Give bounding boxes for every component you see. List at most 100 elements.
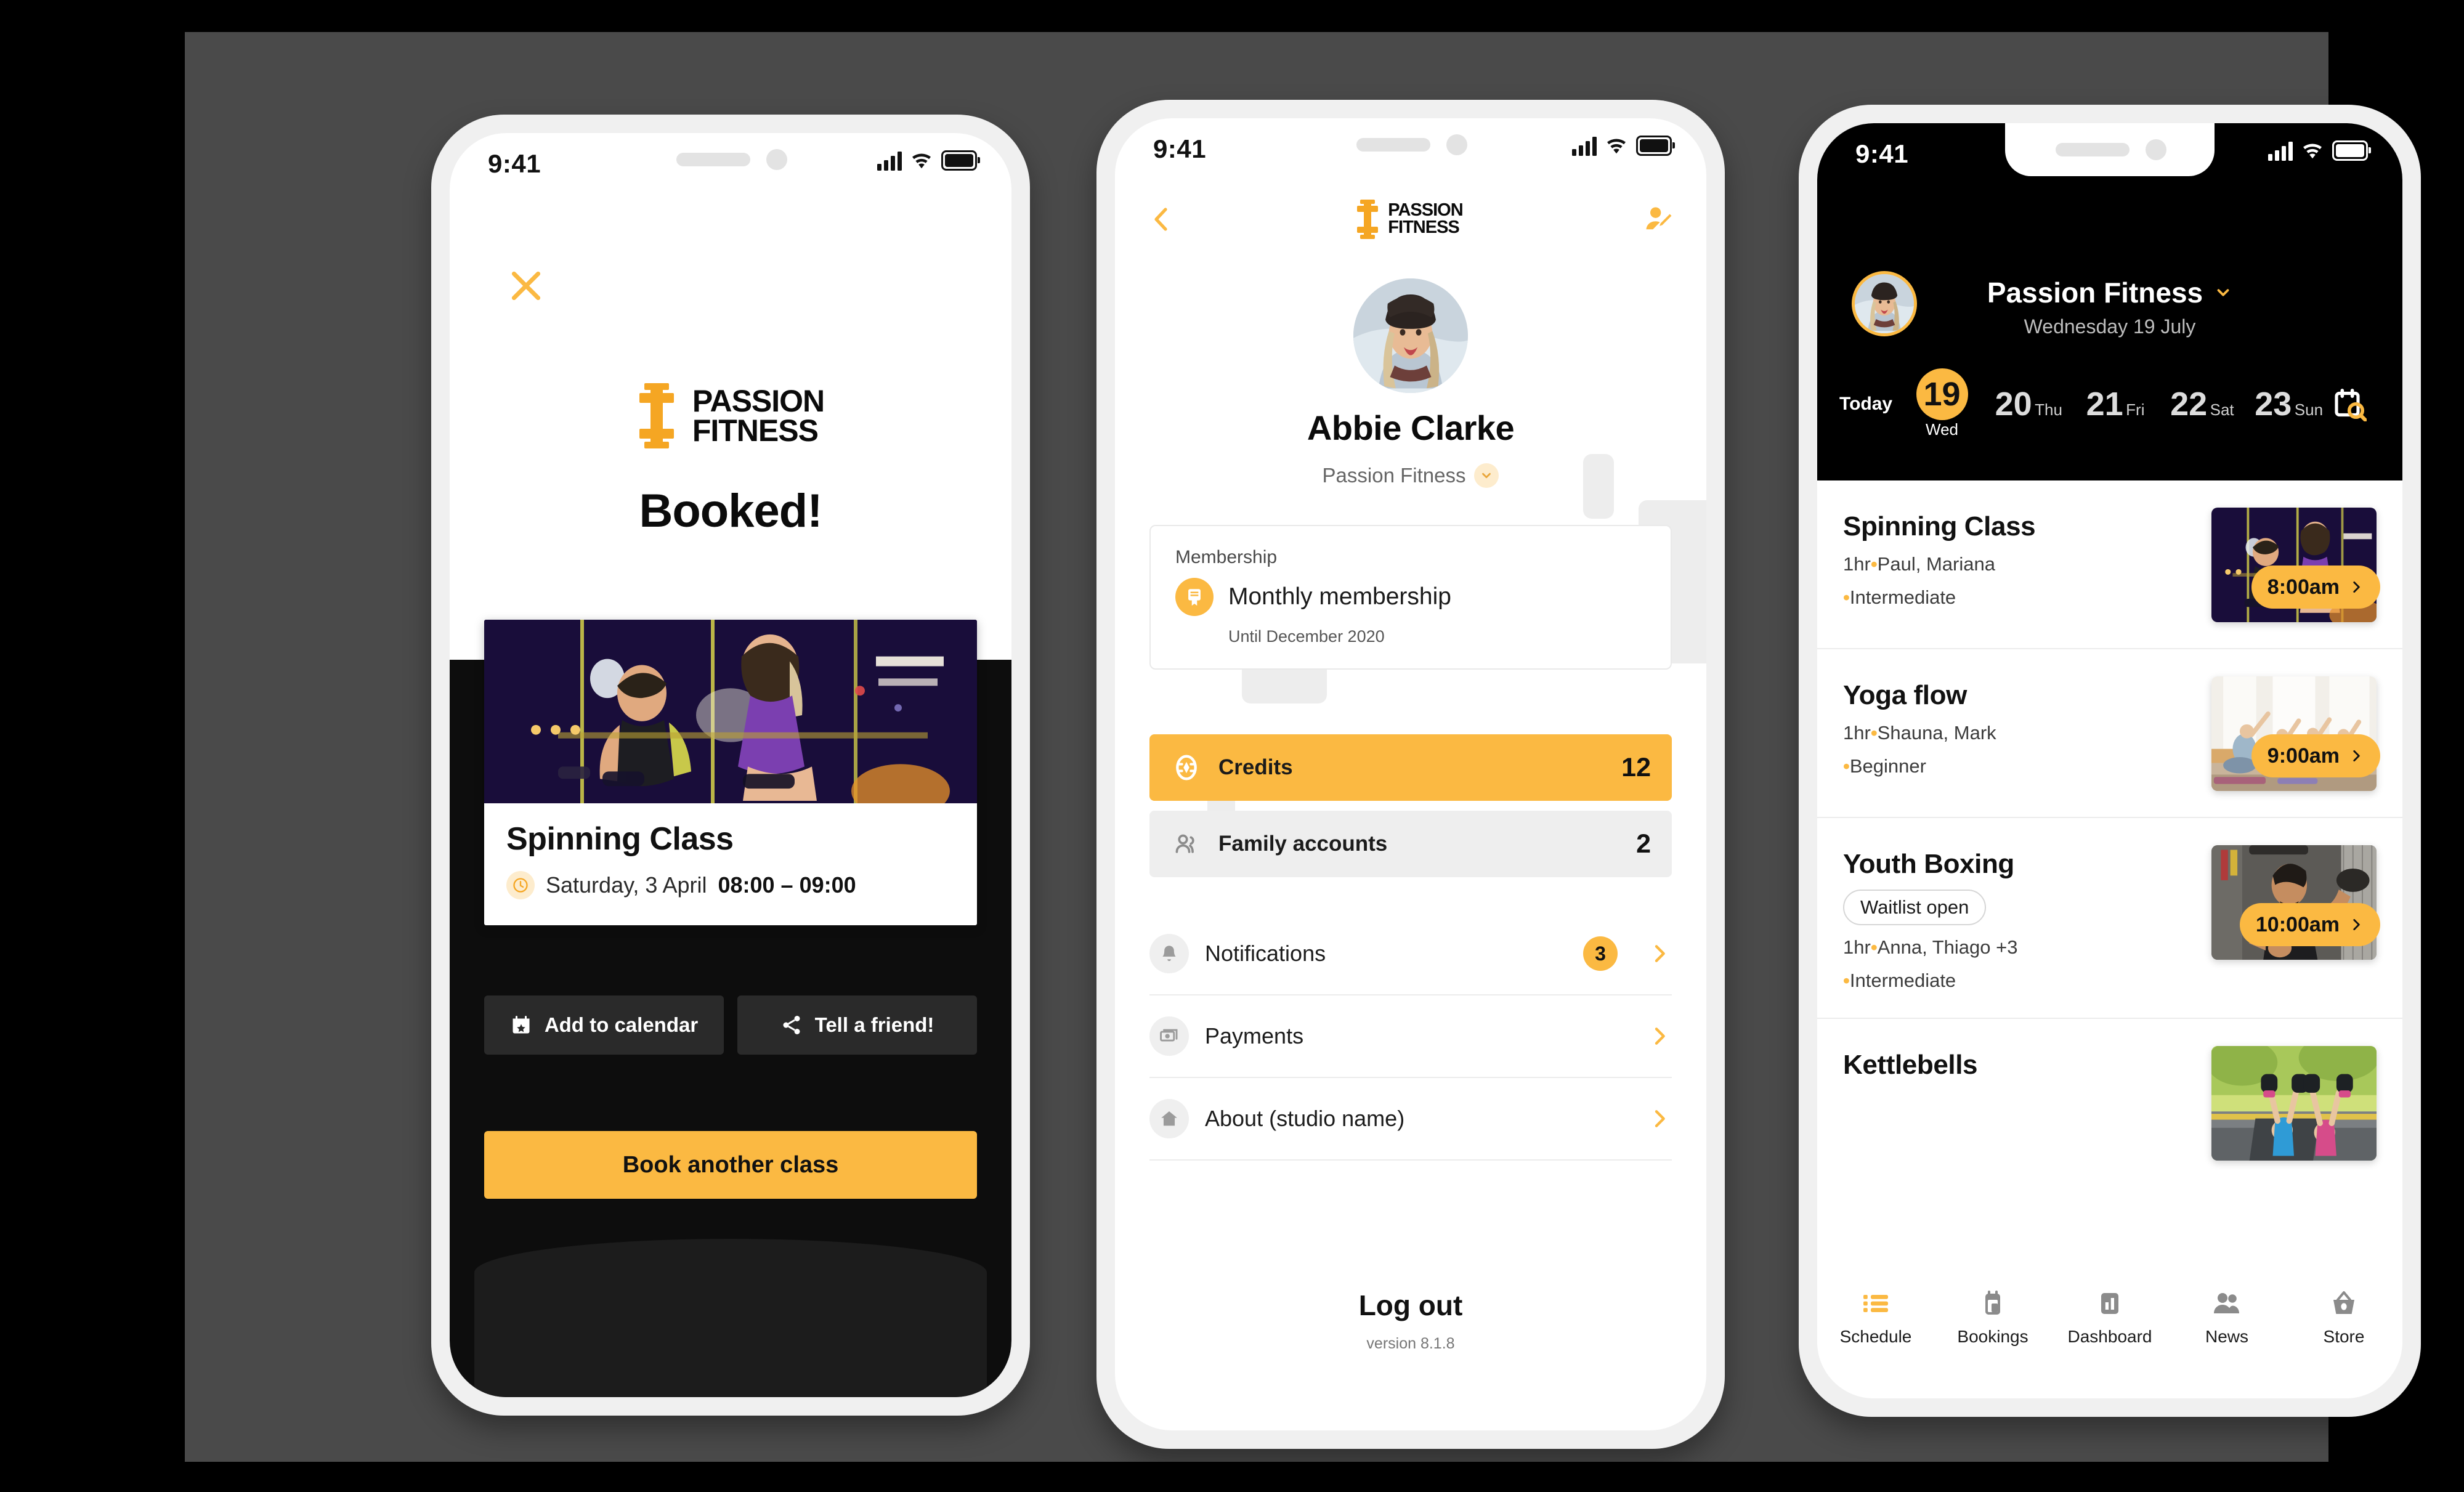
- class-time: 10:00am: [2255, 912, 2340, 936]
- add-to-calendar-label: Add to calendar: [544, 1013, 699, 1036]
- status-indicators: [1572, 136, 1675, 156]
- earpiece-speaker: [1356, 138, 1430, 152]
- cellular-bars-icon: [877, 151, 902, 171]
- notch: [2005, 123, 2215, 176]
- class-row-spinning[interactable]: Spinning Class 1hr•Paul, Mariana •Interm…: [1817, 480, 2402, 649]
- kettlebells-photo: [2211, 1046, 2377, 1161]
- family-accounts-icon: [1170, 828, 1202, 860]
- close-icon[interactable]: [509, 269, 543, 303]
- tab-schedule[interactable]: Schedule: [1817, 1289, 1934, 1347]
- brand-lockup: PASSION FITNESS: [450, 379, 1011, 452]
- membership-plan: Monthly membership: [1228, 583, 1451, 610]
- bar-chart-icon: [2095, 1289, 2125, 1318]
- brand-wordmark: PASSION FITNESS: [692, 386, 825, 448]
- class-row-yoga[interactable]: Yoga flow 1hr•Shauna, Mark •Beginner 9:0…: [1817, 649, 2402, 818]
- day-chip-21[interactable]: 21 Fri: [2072, 387, 2159, 421]
- chevron-right-icon: [1647, 1106, 1672, 1131]
- studio-selector[interactable]: Passion Fitness: [1817, 276, 2402, 309]
- phone-schedule: Passion Fitness Wednesday 19 July Today …: [1799, 105, 2421, 1417]
- phone-profile: 9:41 PASSION FITNESS Abbie Clarke Passio…: [1096, 100, 1725, 1449]
- menu-item-payments[interactable]: Payments: [1149, 995, 1672, 1078]
- class-level: Beginner: [1849, 755, 1926, 777]
- day-chip-23[interactable]: 23 Sun: [2245, 387, 2332, 421]
- menu-item-label: Notifications: [1205, 941, 1326, 966]
- calendar-star-icon: [510, 1014, 532, 1036]
- status-time: 9:41: [1153, 134, 1207, 163]
- class-time-button[interactable]: 9:00am: [2251, 734, 2380, 777]
- class-row-kettlebells[interactable]: Kettlebells: [1817, 1019, 2402, 1186]
- profile-menu: Notifications 3 Payments About (studio n…: [1149, 913, 1672, 1161]
- membership-label: Membership: [1175, 547, 1278, 567]
- class-meta: 1hr•Anna, Thiago +3: [1843, 936, 2018, 958]
- screen-profile: 9:41 PASSION FITNESS Abbie Clarke Passio…: [1115, 118, 1706, 1430]
- menu-item-about[interactable]: About (studio name): [1149, 1078, 1672, 1161]
- brand-line-2: FITNESS: [692, 413, 819, 448]
- dumbbell-icon: [637, 379, 676, 452]
- logout-button[interactable]: Log out: [1115, 1289, 1706, 1322]
- chevron-right-icon: [2348, 748, 2364, 764]
- add-to-calendar-button[interactable]: Add to calendar: [484, 995, 724, 1055]
- list-icon: [1861, 1289, 1891, 1318]
- day-number: 22: [2170, 385, 2208, 423]
- tab-store[interactable]: Store: [2285, 1289, 2402, 1347]
- class-name: Kettlebells: [1843, 1050, 1978, 1080]
- day-chip-20[interactable]: 20 Thu: [1985, 387, 2072, 421]
- class-time-button[interactable]: 10:00am: [2239, 903, 2380, 946]
- class-meta: 1hr•Shauna, Mark: [1843, 722, 1996, 744]
- earpiece-speaker: [2056, 143, 2130, 156]
- day-strip: Today 19 Wed 20 Thu 21 Fri 22 Sat 23 Sun: [1839, 368, 2380, 439]
- tab-label: Schedule: [1839, 1327, 1912, 1346]
- tab-bookings[interactable]: Bookings: [1934, 1289, 2051, 1347]
- menu-item-label: Payments: [1205, 1023, 1304, 1048]
- class-time-button[interactable]: 8:00am: [2251, 566, 2380, 609]
- studio-name: Passion Fitness: [1987, 277, 2203, 309]
- brand-wordmark: PASSION FITNESS: [1388, 201, 1463, 237]
- tell-a-friend-button[interactable]: Tell a friend!: [737, 995, 977, 1055]
- waitlist-badge: Waitlist open: [1843, 890, 1987, 925]
- bottom-tab-bar: Schedule Bookings Dashboard News Store: [1817, 1268, 2402, 1398]
- tab-label: Bookings: [1957, 1327, 2028, 1346]
- battery-full-icon: [941, 150, 980, 171]
- screen-booked: 9:41 PASSION FITNESS Booked! Spinning Cl…: [450, 133, 1011, 1397]
- class-level: Intermediate: [1849, 586, 1956, 608]
- membership-expiry: Until December 2020: [1228, 627, 1385, 646]
- tab-dashboard[interactable]: Dashboard: [2051, 1289, 2168, 1347]
- front-camera: [1446, 134, 1467, 155]
- tab-news[interactable]: News: [2168, 1289, 2285, 1347]
- notifications-badge: 3: [1583, 936, 1618, 971]
- class-name: Yoga flow: [1843, 680, 1967, 710]
- status-time: 9:41: [1855, 139, 1909, 168]
- today-label: Today: [1839, 393, 1893, 414]
- chevron-right-icon: [2348, 917, 2364, 933]
- class-title: Spinning Class: [506, 821, 734, 857]
- chevron-right-icon: [1647, 1024, 1672, 1048]
- back-icon[interactable]: [1147, 205, 1177, 234]
- bell-icon: [1149, 934, 1189, 973]
- tab-label: News: [2205, 1327, 2248, 1346]
- user-studio-row[interactable]: Passion Fitness: [1115, 463, 1706, 488]
- wifi-icon: [910, 152, 933, 171]
- chevron-down-icon: [1474, 463, 1499, 488]
- class-list[interactable]: Spinning Class 1hr•Paul, Mariana •Interm…: [1817, 480, 2402, 1268]
- edit-profile-icon[interactable]: [1642, 203, 1674, 235]
- clock-icon: [506, 871, 535, 899]
- credits-row[interactable]: Credits 12: [1149, 734, 1672, 801]
- current-date: Wednesday 19 July: [2024, 315, 2196, 338]
- book-another-class-button[interactable]: Book another class: [484, 1131, 977, 1199]
- class-level-row: •Intermediate: [1843, 586, 1956, 608]
- calendar-search-icon[interactable]: [2332, 387, 2380, 421]
- day-weekday: Wed: [1926, 420, 1959, 439]
- status-time: 9:41: [488, 149, 541, 178]
- day-chip-22[interactable]: 22 Sat: [2158, 387, 2245, 421]
- menu-item-notifications[interactable]: Notifications 3: [1149, 913, 1672, 995]
- day-weekday: Thu: [2035, 400, 2062, 419]
- family-accounts-row[interactable]: Family accounts 2: [1149, 811, 1672, 877]
- payments-icon: [1149, 1016, 1189, 1056]
- membership-card[interactable]: Membership Monthly membership Until Dece…: [1149, 525, 1672, 670]
- day-chip-19[interactable]: 19 Wed: [1899, 368, 1985, 439]
- avatar[interactable]: [1353, 278, 1468, 393]
- status-indicators: [2268, 140, 2371, 161]
- front-camera: [766, 149, 787, 170]
- class-time: 8:00am: [2267, 575, 2340, 599]
- class-row-youth-boxing[interactable]: Youth Boxing Waitlist open 1hr•Anna, Thi…: [1817, 818, 2402, 1019]
